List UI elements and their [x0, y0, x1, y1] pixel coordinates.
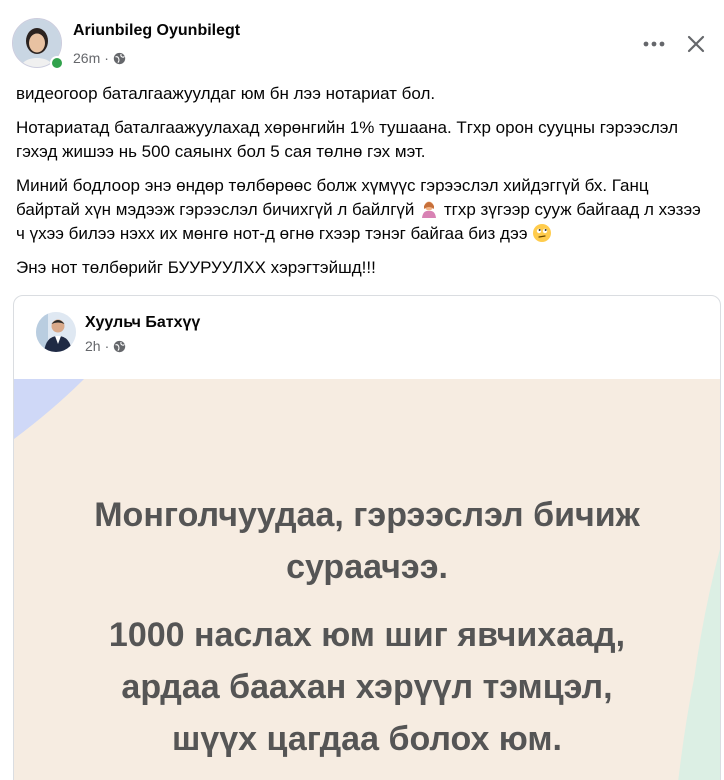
shared-post-card[interactable]: Хуульч Батхүү 2h · Монголчуудаа, гэрээсл…	[13, 295, 721, 780]
more-options-button[interactable]	[638, 28, 670, 60]
image-line-2: сураачээ.	[286, 548, 448, 586]
image-line-3: 1000 наслах юм шиг явчихаад,	[108, 616, 626, 654]
facebook-post: Ariunbileg Oyunbilegt 26m · видеогоор ба…	[0, 0, 724, 780]
post-paragraph-1: видеогоор баталгаажуулдаг юм бн лээ нота…	[16, 84, 436, 103]
globe-icon	[113, 52, 126, 64]
globe-icon	[114, 340, 126, 352]
close-icon	[687, 35, 705, 53]
post-body: видеогоор баталгаажуулдаг юм бн лээ нота…	[16, 82, 706, 290]
woman-shrugging-emoji-icon	[422, 201, 437, 218]
shared-post-image[interactable]: Монголчуудаа, гэрээслэл бичиж сураачээ. …	[14, 379, 720, 780]
author-name[interactable]: Ariunbileg Oyunbilegt	[73, 22, 240, 40]
meta-separator: ·	[104, 338, 110, 354]
post-meta: 26m ·	[73, 50, 126, 66]
post-paragraph-3: Миний бодлоор энэ өндөр төлбөрөөс болж х…	[16, 174, 706, 246]
image-line-1: Монголчуудаа, гэрээслэл бичиж	[94, 496, 640, 534]
shared-post-meta: 2h ·	[85, 338, 126, 354]
post-header: Ariunbileg Oyunbilegt 26m ·	[12, 18, 712, 70]
shared-post-time[interactable]: 2h	[85, 338, 101, 354]
shared-author-name[interactable]: Хуульч Батхүү	[85, 314, 200, 332]
rolling-eyes-emoji-icon	[533, 224, 552, 242]
image-line-4: ардаа баахан хэрүүл тэмцэл,	[121, 668, 613, 706]
meta-separator: ·	[104, 50, 109, 66]
post-paragraph-2: Нотариатад баталгаажуулахад хөрөнгийн 1%…	[16, 118, 679, 161]
image-line-5: шүүх цагдаа болох юм.	[172, 720, 562, 758]
shared-author-avatar-image	[36, 312, 76, 352]
post-time[interactable]: 26m	[73, 50, 100, 66]
image-caption-text: Монголчуудаа, гэрээслэл бичиж сураачээ. …	[14, 489, 720, 765]
online-status-dot	[50, 56, 64, 70]
post-paragraph-4: Энэ нот төлбөрийг БУУРУУЛХХ хэрэгтэйшд!!…	[16, 258, 376, 277]
shared-author-avatar[interactable]	[36, 312, 76, 352]
more-dots-icon	[643, 41, 665, 47]
close-button[interactable]	[680, 28, 712, 60]
